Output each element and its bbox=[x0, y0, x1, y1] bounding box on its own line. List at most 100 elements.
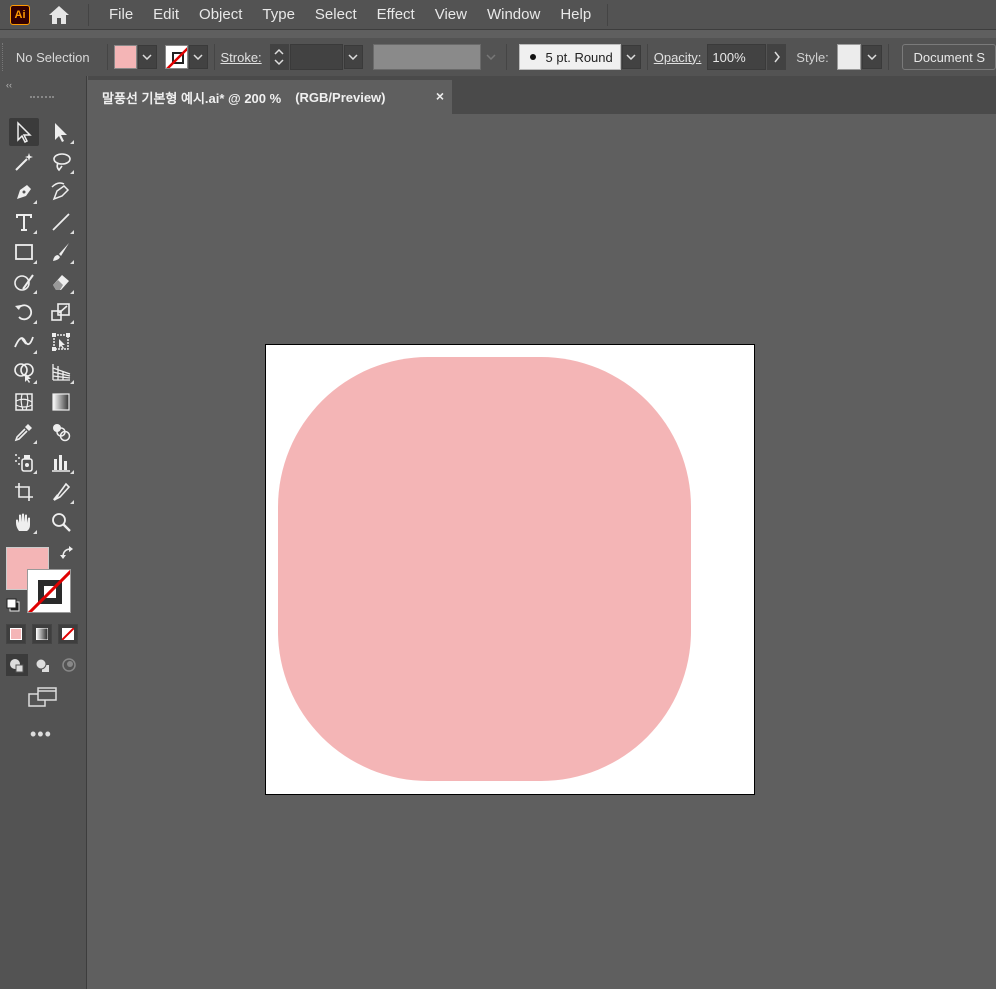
stroke-weight-spinner[interactable] bbox=[269, 44, 289, 70]
default-fill-stroke-icon[interactable] bbox=[6, 598, 20, 617]
scale-tool[interactable] bbox=[46, 298, 76, 326]
menu-object[interactable]: Object bbox=[189, 1, 252, 29]
chevron-down-icon bbox=[867, 54, 877, 60]
rectangle-tool[interactable] bbox=[9, 238, 39, 266]
magic-wand-icon bbox=[15, 153, 33, 171]
direct-selection-tool[interactable] bbox=[46, 118, 76, 146]
curvature-tool[interactable] bbox=[46, 178, 76, 206]
zoom-magnifier-icon bbox=[52, 513, 71, 532]
selection-arrow-icon bbox=[17, 121, 32, 143]
control-bar-grip[interactable] bbox=[2, 43, 6, 71]
gradient-tool[interactable] bbox=[46, 388, 76, 416]
blend-icon bbox=[53, 424, 71, 442]
menu-effect[interactable]: Effect bbox=[367, 1, 425, 29]
tool-flyout-indicator bbox=[70, 320, 74, 324]
opacity-label[interactable]: Opacity: bbox=[654, 50, 702, 65]
artboard-tool[interactable] bbox=[9, 478, 39, 506]
draw-normal-button[interactable] bbox=[6, 654, 28, 676]
tool-flyout-indicator bbox=[33, 350, 37, 354]
menu-window[interactable]: Window bbox=[477, 1, 550, 29]
fill-swatch[interactable] bbox=[113, 45, 137, 69]
control-separator bbox=[505, 44, 507, 70]
eyedropper-tool[interactable] bbox=[9, 418, 39, 446]
draw-inside-button[interactable] bbox=[58, 654, 80, 676]
stroke-weight-dropdown[interactable] bbox=[343, 45, 363, 69]
stroke-label[interactable]: Stroke: bbox=[220, 50, 261, 65]
fill-dropdown[interactable] bbox=[137, 45, 157, 69]
width-tool[interactable] bbox=[9, 328, 39, 356]
document-tab[interactable]: 말풍선 기본형 예시.ai* @ 200 % (RGB/Preview) × bbox=[88, 80, 452, 114]
lasso-tool[interactable] bbox=[46, 148, 76, 176]
free-transform-tool[interactable] bbox=[46, 328, 76, 356]
change-screen-mode-icon[interactable] bbox=[28, 686, 58, 713]
brush-definition[interactable]: 5 pt. Round bbox=[518, 44, 621, 70]
artboard[interactable] bbox=[265, 344, 755, 795]
magic-wand-tool[interactable] bbox=[9, 148, 39, 176]
none-mode-button[interactable] bbox=[58, 624, 78, 644]
mesh-tool[interactable] bbox=[9, 388, 39, 416]
perspective-grid-icon bbox=[52, 364, 71, 381]
document-setup-button[interactable]: Document S bbox=[902, 44, 996, 70]
draw-behind-button[interactable] bbox=[32, 654, 54, 676]
panel-grip[interactable] bbox=[30, 96, 54, 100]
collapse-panel-icon[interactable]: ‹‹ bbox=[6, 80, 12, 90]
style-swatch[interactable] bbox=[836, 44, 862, 70]
stroke-weight-field[interactable] bbox=[289, 44, 343, 70]
eraser-tool[interactable] bbox=[46, 268, 76, 296]
menu-edit[interactable]: Edit bbox=[143, 1, 189, 29]
paintbrush-tool[interactable] bbox=[46, 238, 76, 266]
color-mode-row bbox=[6, 624, 78, 644]
zoom-tool[interactable] bbox=[46, 508, 76, 536]
stroke-color-box[interactable] bbox=[27, 569, 71, 613]
home-icon[interactable] bbox=[46, 4, 72, 26]
chevron-right-icon bbox=[774, 51, 780, 63]
opacity-field[interactable]: 100% bbox=[707, 44, 767, 70]
tool-flyout-indicator bbox=[33, 230, 37, 234]
brush-dropdown[interactable] bbox=[621, 45, 641, 69]
edit-toolbar-button[interactable]: ••• bbox=[30, 724, 52, 745]
eraser-icon bbox=[53, 275, 69, 290]
paintbrush-icon bbox=[53, 243, 69, 261]
selection-status: No Selection bbox=[15, 49, 90, 65]
blend-tool[interactable] bbox=[46, 418, 76, 446]
line-segment-tool[interactable] bbox=[46, 208, 76, 236]
variable-width-profile bbox=[372, 44, 481, 70]
slice-knife-icon bbox=[53, 482, 71, 501]
style-dropdown[interactable] bbox=[862, 45, 882, 69]
slice-tool[interactable] bbox=[46, 478, 76, 506]
type-t-icon bbox=[16, 214, 32, 231]
direct-selection-arrow-icon bbox=[55, 123, 67, 142]
menu-select[interactable]: Select bbox=[305, 1, 367, 29]
type-tool[interactable] bbox=[9, 208, 39, 236]
control-separator bbox=[646, 44, 648, 70]
close-tab-icon[interactable]: × bbox=[436, 88, 444, 104]
symbol-sprayer-tool[interactable] bbox=[9, 448, 39, 476]
rotate-tool[interactable] bbox=[9, 298, 39, 326]
stroke-dropdown[interactable] bbox=[188, 45, 208, 69]
menu-type[interactable]: Type bbox=[252, 1, 305, 29]
profile-dropdown bbox=[483, 44, 500, 70]
stroke-swatch[interactable] bbox=[164, 45, 188, 69]
shape-builder-tool[interactable] bbox=[9, 358, 39, 386]
color-mode-button[interactable] bbox=[6, 624, 26, 644]
scale-icon bbox=[51, 303, 70, 321]
control-separator bbox=[213, 44, 215, 70]
selection-tool[interactable] bbox=[9, 118, 39, 146]
shaper-tool[interactable] bbox=[9, 268, 39, 296]
gradient-mode-button[interactable] bbox=[32, 624, 52, 644]
swap-fill-stroke-icon[interactable] bbox=[60, 545, 76, 566]
tool-flyout-indicator bbox=[70, 500, 74, 504]
opacity-slider-button[interactable] bbox=[767, 44, 787, 70]
rounded-rectangle-shape[interactable] bbox=[278, 357, 691, 781]
curvature-pen-icon bbox=[51, 182, 70, 201]
rotate-icon bbox=[15, 304, 33, 321]
menu-separator bbox=[88, 3, 89, 26]
canvas-area[interactable] bbox=[88, 114, 996, 989]
menu-view[interactable]: View bbox=[425, 1, 477, 29]
hand-tool[interactable] bbox=[9, 508, 39, 536]
perspective-grid-tool[interactable] bbox=[46, 358, 76, 386]
pen-tool[interactable] bbox=[9, 178, 39, 206]
menu-file[interactable]: File bbox=[99, 1, 143, 29]
column-graph-tool[interactable] bbox=[46, 448, 76, 476]
menu-help[interactable]: Help bbox=[550, 1, 601, 29]
